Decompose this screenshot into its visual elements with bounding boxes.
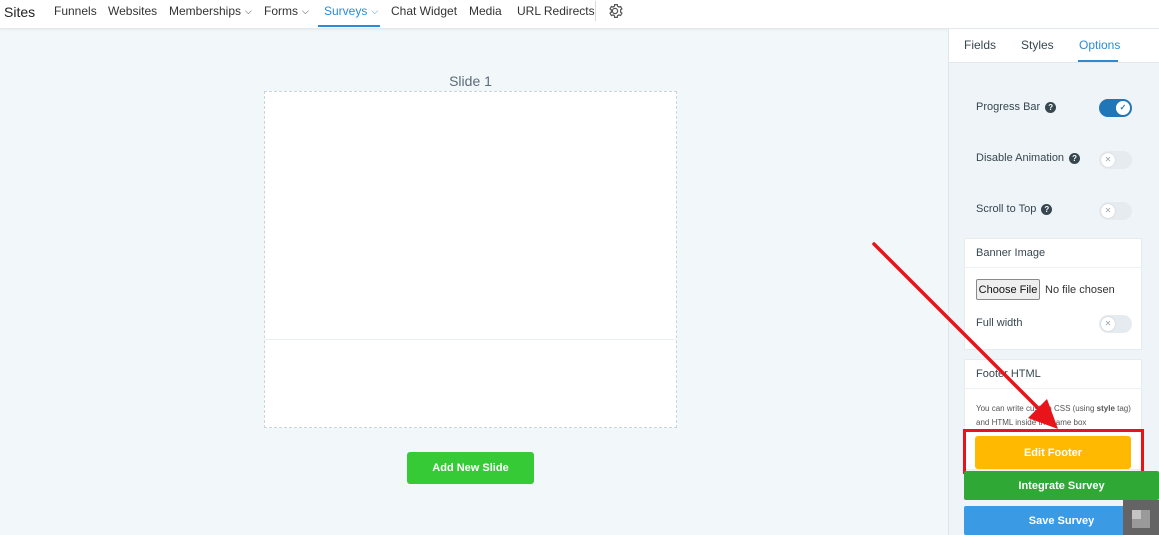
edit-footer-button[interactable]: Edit Footer bbox=[975, 436, 1131, 469]
footer-note: You can write custom CSS (using style ta… bbox=[976, 402, 1136, 430]
slide-canvas[interactable] bbox=[264, 91, 677, 428]
active-tab-indicator bbox=[1078, 60, 1118, 62]
nav-item-surveys-label: Surveys bbox=[324, 4, 368, 18]
nav-item-chat-widget[interactable]: Chat Widget bbox=[391, 4, 457, 18]
disable-animation-toggle[interactable]: ✕ bbox=[1099, 151, 1132, 169]
no-file-text: No file chosen bbox=[1045, 283, 1115, 296]
nav-item-websites[interactable]: Websites bbox=[108, 4, 157, 18]
disable-animation-option: Disable Animation? bbox=[976, 152, 1081, 164]
scroll-to-top-option: Scroll to Top? bbox=[976, 203, 1053, 215]
widget-icon-inner bbox=[1132, 510, 1141, 519]
progress-bar-toggle[interactable]: ✓ bbox=[1099, 99, 1132, 117]
nav-item-media[interactable]: Media bbox=[469, 4, 502, 18]
scroll-to-top-label: Scroll to Top bbox=[976, 203, 1037, 215]
add-new-slide-button[interactable]: Add New Slide bbox=[407, 452, 534, 484]
chevron-down-icon: ⌵ bbox=[302, 6, 309, 16]
chevron-down-icon: ⌵ bbox=[371, 6, 379, 16]
nav-item-funnels[interactable]: Funnels bbox=[54, 4, 97, 18]
nav-item-memberships[interactable]: Memberships ⌵ bbox=[169, 4, 252, 18]
nav-item-memberships-label: Memberships bbox=[169, 4, 242, 18]
file-input: Choose File No file chosen bbox=[976, 279, 1115, 300]
progress-bar-option: Progress Bar? bbox=[976, 101, 1057, 113]
disable-animation-label: Disable Animation bbox=[976, 152, 1065, 164]
footer-html-title: Footer HTML bbox=[965, 360, 1141, 389]
top-nav: Sites Funnels Websites Memberships ⌵ Form… bbox=[0, 0, 1159, 29]
panel-tabs: Fields Styles Options bbox=[949, 29, 1159, 63]
help-icon[interactable]: ? bbox=[1045, 102, 1057, 113]
banner-image-card: Banner Image Choose File No file chosen … bbox=[964, 238, 1142, 350]
brand-title: Sites bbox=[4, 4, 36, 20]
check-icon: ✓ bbox=[1116, 101, 1130, 115]
full-width-toggle[interactable]: ✕ bbox=[1099, 315, 1132, 333]
help-icon[interactable]: ? bbox=[1069, 153, 1081, 164]
footer-note-bold: style bbox=[1096, 404, 1115, 413]
x-icon: ✕ bbox=[1101, 317, 1115, 331]
nav-item-url-redirects[interactable]: URL Redirects bbox=[517, 4, 595, 18]
slide-title: Slide 1 bbox=[449, 73, 492, 89]
tab-fields[interactable]: Fields bbox=[964, 38, 996, 52]
x-icon: ✕ bbox=[1101, 204, 1115, 218]
full-width-label: Full width bbox=[976, 317, 1023, 329]
banner-image-title: Banner Image bbox=[965, 239, 1141, 268]
nav-item-surveys[interactable]: Surveys ⌵ bbox=[324, 4, 378, 18]
chevron-down-icon: ⌵ bbox=[245, 6, 252, 16]
scroll-to-top-toggle[interactable]: ✕ bbox=[1099, 202, 1132, 220]
help-icon[interactable]: ? bbox=[1041, 204, 1053, 215]
tab-options[interactable]: Options bbox=[1079, 38, 1120, 52]
gear-icon[interactable] bbox=[606, 2, 624, 20]
x-icon: ✕ bbox=[1101, 153, 1115, 167]
active-nav-indicator bbox=[318, 25, 380, 27]
chat-launcher-widget[interactable] bbox=[1123, 500, 1159, 535]
nav-item-forms[interactable]: Forms ⌵ bbox=[264, 4, 309, 18]
choose-file-button[interactable]: Choose File bbox=[976, 279, 1040, 300]
footer-note-text-1: You can write custom CSS (using bbox=[976, 404, 1097, 413]
tab-styles[interactable]: Styles bbox=[1021, 38, 1054, 52]
progress-bar-label: Progress Bar bbox=[976, 101, 1041, 113]
nav-item-forms-label: Forms bbox=[264, 4, 298, 18]
nav-divider bbox=[595, 1, 596, 21]
integrate-survey-button[interactable]: Integrate Survey bbox=[964, 471, 1159, 500]
slide-section-divider bbox=[265, 339, 676, 340]
